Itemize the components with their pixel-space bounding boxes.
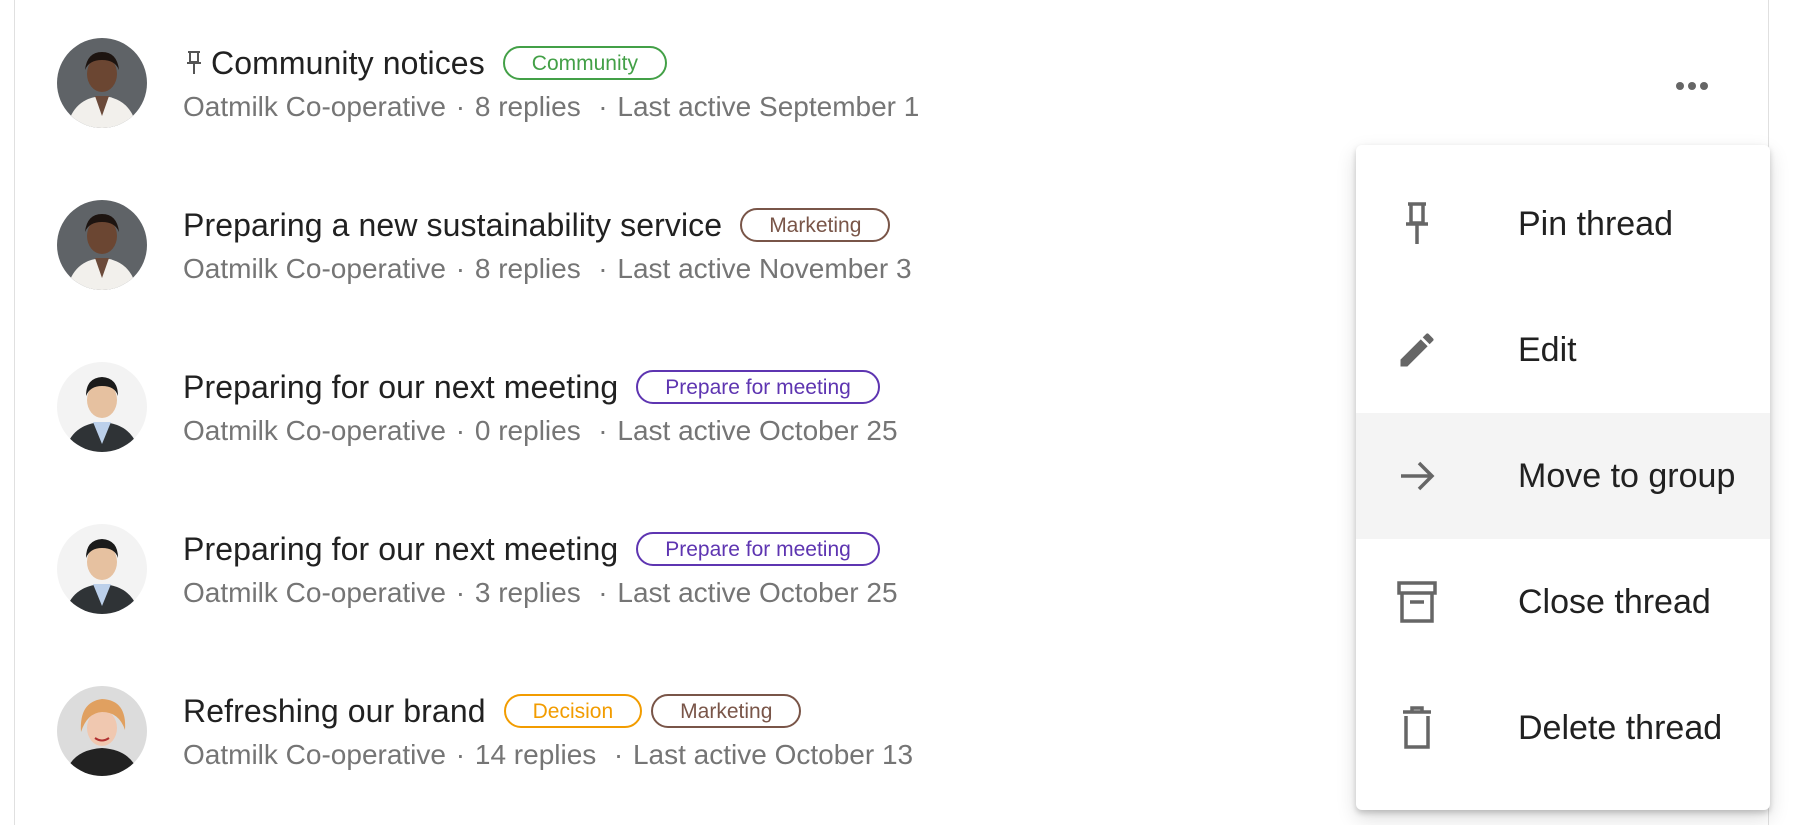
thread-meta: Oatmilk Co-operative · 8 replies · Last … — [183, 253, 912, 285]
more-horizontal-icon — [1674, 82, 1710, 90]
thread-title[interactable]: Preparing for our next meeting — [183, 369, 618, 406]
pin-icon — [1394, 201, 1440, 247]
tag-badge[interactable]: Decision — [503, 694, 643, 728]
thread-row[interactable]: Preparing for our next meeting Prepare f… — [57, 362, 1157, 472]
separator: · — [455, 91, 466, 122]
thread-row[interactable]: Community notices Community Oatmilk Co-o… — [57, 38, 1157, 148]
trash-icon — [1394, 705, 1440, 751]
menu-item-label: Pin thread — [1518, 204, 1673, 243]
group-name[interactable]: Oatmilk Co-operative — [183, 577, 446, 608]
tag-badge[interactable]: Community — [502, 46, 667, 80]
reply-count: 14 replies — [474, 739, 597, 770]
last-active: Last active November 3 — [617, 253, 912, 284]
tag-badge[interactable]: Prepare for meeting — [636, 370, 880, 404]
thread-row[interactable]: Preparing for our next meeting Prepare f… — [57, 524, 1157, 634]
thread-meta: Oatmilk Co-operative · 8 replies · Last … — [183, 91, 919, 123]
last-active: Last active October 25 — [617, 577, 898, 608]
avatar[interactable] — [57, 200, 147, 290]
last-active: Last active October 13 — [632, 739, 914, 770]
tag-badge[interactable]: Marketing — [651, 694, 802, 728]
thread-row[interactable]: Refreshing our brand Decision Marketing … — [57, 686, 1157, 796]
separator: · — [613, 739, 624, 770]
thread-row[interactable]: Preparing a new sustainability service M… — [57, 200, 1157, 310]
menu-item-close-thread[interactable]: Close thread — [1356, 539, 1770, 665]
menu-item-delete-thread[interactable]: Delete thread — [1356, 665, 1770, 791]
thread-meta: Oatmilk Co-operative · 3 replies · Last … — [183, 577, 898, 609]
last-active: Last active September 1 — [617, 91, 920, 122]
separator: · — [455, 739, 466, 770]
last-active: Last active October 25 — [617, 415, 898, 446]
group-name[interactable]: Oatmilk Co-operative — [183, 253, 446, 284]
thread-title[interactable]: Preparing for our next meeting — [183, 531, 618, 568]
separator: · — [455, 415, 466, 446]
menu-item-move-to-group[interactable]: Move to group — [1356, 413, 1770, 539]
avatar[interactable] — [57, 686, 147, 776]
archive-icon — [1394, 579, 1440, 625]
thread-title[interactable]: Community notices — [211, 45, 485, 82]
menu-item-label: Delete thread — [1518, 708, 1723, 747]
separator: · — [455, 253, 466, 284]
thread-title[interactable]: Refreshing our brand — [183, 693, 486, 730]
reply-count: 8 replies — [474, 253, 581, 284]
separator: · — [598, 415, 608, 446]
pencil-icon — [1394, 327, 1440, 373]
thread-meta: Oatmilk Co-operative · 14 replies · Last… — [183, 739, 913, 771]
menu-item-label: Edit — [1518, 330, 1577, 369]
reply-count: 3 replies — [474, 577, 581, 608]
group-name[interactable]: Oatmilk Co-operative — [183, 739, 446, 770]
avatar[interactable] — [57, 38, 147, 128]
menu-item-label: Close thread — [1518, 582, 1711, 621]
thread-meta: Oatmilk Co-operative · 0 replies · Last … — [183, 415, 898, 447]
menu-item-pin-thread[interactable]: Pin thread — [1356, 161, 1770, 287]
reply-count: 8 replies — [474, 91, 581, 122]
menu-item-label: Move to group — [1518, 456, 1736, 495]
separator: · — [598, 577, 608, 608]
avatar[interactable] — [57, 362, 147, 452]
separator: · — [598, 91, 608, 122]
menu-item-edit[interactable]: Edit — [1356, 287, 1770, 413]
more-options-button[interactable] — [1664, 68, 1720, 104]
separator: · — [455, 577, 466, 608]
group-name[interactable]: Oatmilk Co-operative — [183, 91, 446, 122]
group-name[interactable]: Oatmilk Co-operative — [183, 415, 446, 446]
separator: · — [598, 253, 608, 284]
reply-count: 0 replies — [474, 415, 581, 446]
pinned-icon — [183, 48, 205, 78]
avatar[interactable] — [57, 524, 147, 614]
arrow-right-icon — [1394, 453, 1440, 499]
thread-title[interactable]: Preparing a new sustainability service — [183, 207, 722, 244]
tag-badge[interactable]: Marketing — [740, 208, 891, 242]
thread-context-menu: Pin thread Edit Move to group Close thre… — [1356, 145, 1770, 810]
tag-badge[interactable]: Prepare for meeting — [636, 532, 880, 566]
